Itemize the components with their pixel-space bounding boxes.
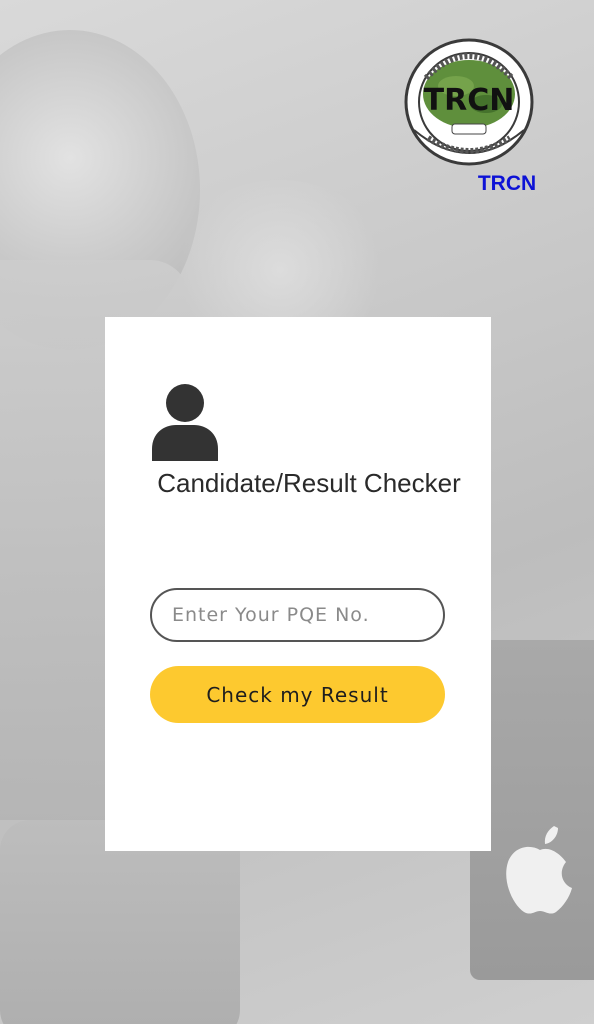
card-title: Candidate/Result Checker — [150, 468, 461, 498]
svg-text:TRCN: TRCN — [424, 83, 515, 118]
result-checker-card: Candidate/Result Checker Check my Result — [105, 317, 491, 851]
apple-logo-icon — [506, 826, 572, 914]
page-background: TRCN TRCN Candidate/Result Checker Check… — [0, 0, 594, 1024]
check-result-button[interactable]: Check my Result — [150, 666, 445, 723]
trcn-logo-icon: TRCN — [404, 38, 534, 166]
pqe-number-input[interactable] — [150, 588, 445, 642]
user-icon — [152, 384, 218, 461]
logo-caption: TRCN — [477, 172, 537, 195]
